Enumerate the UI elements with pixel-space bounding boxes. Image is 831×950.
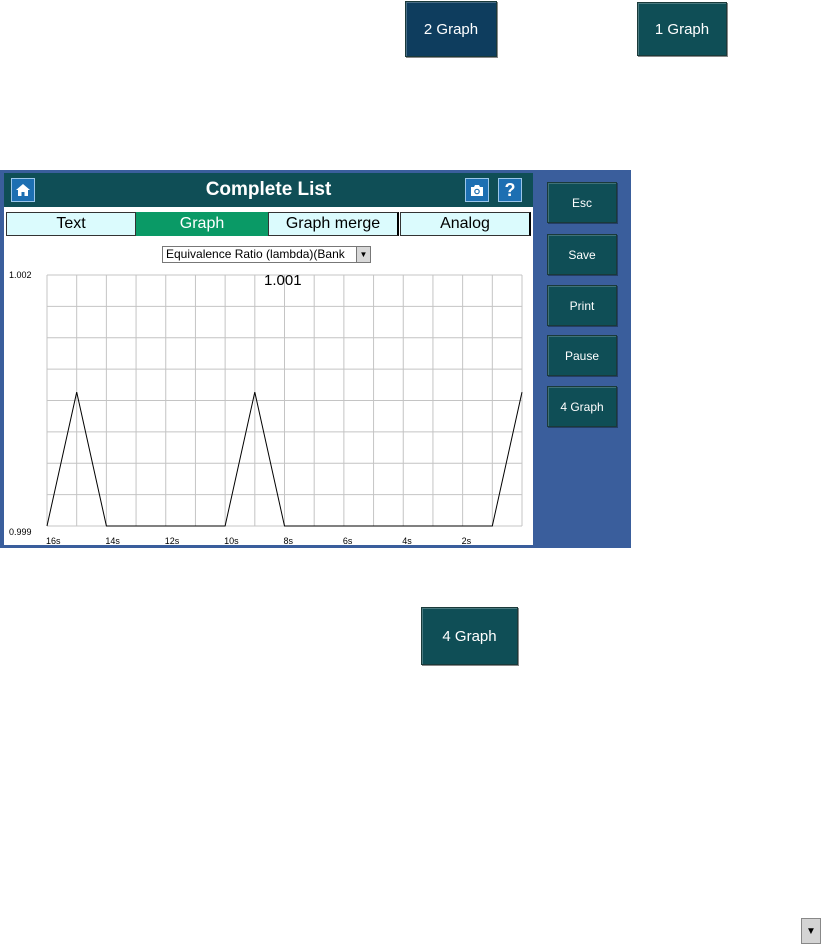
side-panel: Esc Save Print Pause 4 Graph: [536, 173, 628, 545]
title-bar: Complete List ?: [4, 173, 533, 207]
main-panel: Complete List ? Text Graph Graph merge A…: [4, 173, 533, 545]
x-tick-label: 16s: [46, 536, 61, 545]
chevron-down-icon[interactable]: ▼: [801, 918, 821, 944]
x-tick-label: 6s: [343, 536, 353, 545]
y-min-label: 0.999: [9, 527, 32, 537]
two-graph-button[interactable]: 2 Graph: [405, 1, 497, 57]
x-tick-labels: 16s 14s 12s 10s 8s 6s 4s 2s: [46, 536, 472, 545]
tab-bar: Text Graph Graph merge Analog: [4, 212, 533, 238]
x-tick-label: 14s: [105, 536, 120, 545]
print-button[interactable]: Print: [547, 285, 617, 326]
tab-text[interactable]: Text: [6, 212, 136, 236]
line-chart: 1.002 0.999 1.001 16s 14s 12s 10s 8s 6s 4s 2s: [9, 270, 523, 545]
scan-tool-window: Complete List ? Text Graph Graph merge A…: [0, 170, 631, 548]
x-tick-label: 10s: [224, 536, 239, 545]
save-button[interactable]: Save: [547, 234, 617, 275]
esc-button[interactable]: Esc: [547, 182, 617, 223]
x-tick-label: 8s: [284, 536, 294, 545]
camera-icon[interactable]: [465, 178, 489, 202]
one-graph-button[interactable]: 1 Graph: [637, 2, 727, 56]
parameter-select[interactable]: Equivalence Ratio (lambda)(Bank ▼: [162, 246, 371, 263]
help-icon[interactable]: ?: [498, 178, 522, 202]
tab-graph[interactable]: Graph: [136, 212, 268, 236]
page-title: Complete List: [205, 179, 332, 200]
x-tick-label: 4s: [402, 536, 412, 545]
four-graph-button[interactable]: 4 Graph: [421, 607, 518, 665]
y-max-label: 1.002: [9, 270, 32, 280]
four-graph-side-button[interactable]: 4 Graph: [547, 386, 617, 427]
home-icon[interactable]: [11, 178, 35, 202]
tab-analog[interactable]: Analog: [400, 212, 531, 236]
x-tick-label: 12s: [165, 536, 180, 545]
pause-button[interactable]: Pause: [547, 335, 617, 376]
chevron-down-icon[interactable]: ▼: [356, 247, 370, 262]
x-tick-label: 2s: [462, 536, 472, 545]
parameter-select-value: Equivalence Ratio (lambda)(Bank: [166, 247, 345, 261]
tab-graph-merge[interactable]: Graph merge: [268, 212, 399, 236]
chart-grid: [46, 274, 523, 527]
current-value: 1.001: [264, 272, 302, 289]
